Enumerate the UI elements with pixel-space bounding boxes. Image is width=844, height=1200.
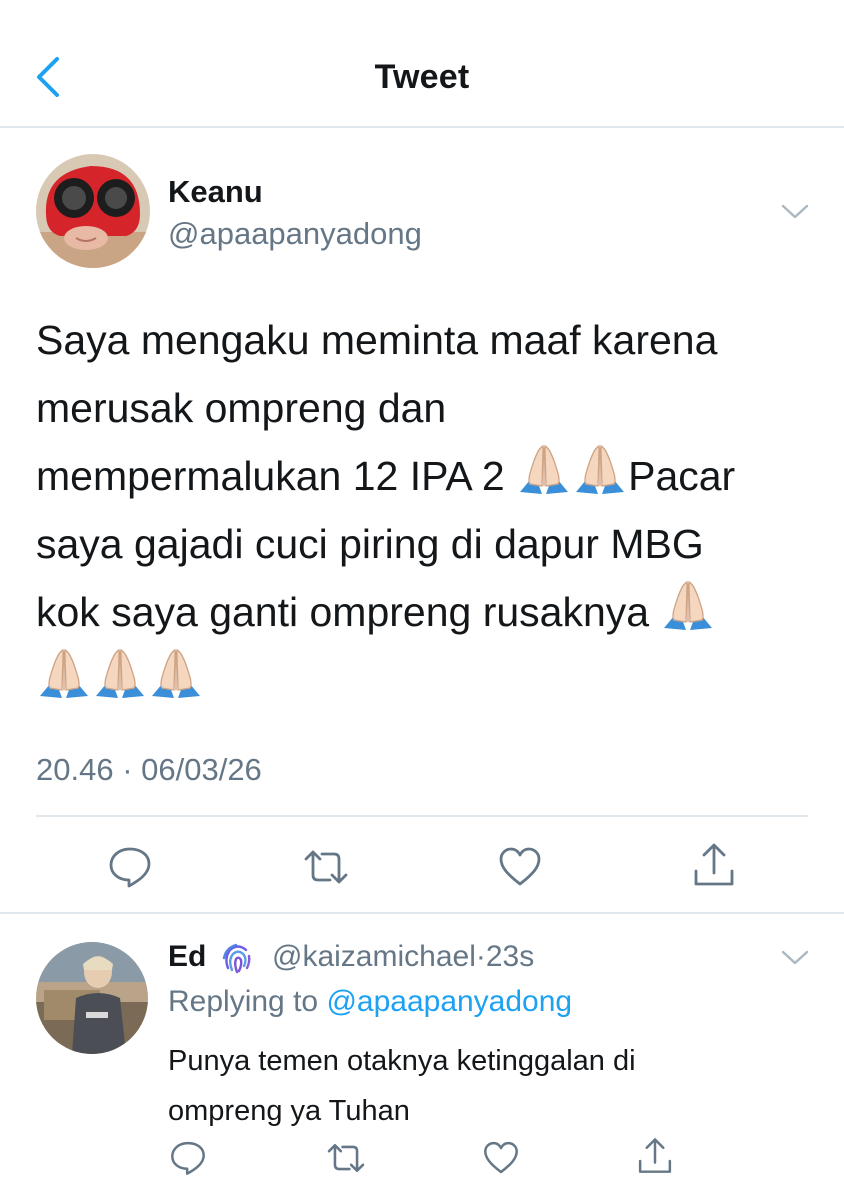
- replying-to-mention[interactable]: @apaapanyadong: [326, 985, 572, 1018]
- folded-hands-icon: [572, 442, 628, 496]
- tweet-text: Saya mengaku meminta maaf karena merusak…: [36, 306, 816, 714]
- reply-text: Punya temen otaknya ketinggalan di ompre…: [168, 1036, 768, 1136]
- reply-handle-time: @kaizamichael·23s: [272, 940, 534, 974]
- chevron-down-icon[interactable]: [780, 948, 810, 968]
- like-icon: [484, 1141, 518, 1174]
- separator: ·: [475, 940, 486, 973]
- author-handle[interactable]: @apaapanyadong: [168, 216, 422, 252]
- reply-button[interactable]: [106, 843, 154, 891]
- divider: [0, 912, 844, 914]
- like-button[interactable]: [480, 1138, 522, 1178]
- reply-author-name[interactable]: Ed: [168, 940, 206, 974]
- reply-button[interactable]: [166, 1136, 210, 1180]
- tweet-text-line: Saya mengaku meminta maaf karena: [36, 317, 718, 363]
- reply-text-line: ompreng ya Tuhan: [168, 1095, 410, 1127]
- retweet-button[interactable]: [324, 1138, 368, 1178]
- fingerprint-icon: [222, 943, 251, 974]
- share-icon: [638, 1138, 672, 1173]
- like-button[interactable]: [496, 843, 544, 891]
- reply-time: 23s: [485, 940, 535, 973]
- chevron-down-icon[interactable]: [780, 202, 810, 222]
- tweet-text-line: merusak ompreng dan: [36, 385, 447, 431]
- tweet-text-line: Pacar: [628, 453, 736, 499]
- share-icon: [694, 843, 734, 886]
- comment-icon: [109, 847, 151, 888]
- avatar[interactable]: [36, 942, 148, 1054]
- folded-hands-icon: [516, 442, 572, 496]
- tweet-text-line: kok saya ganti ompreng rusaknya: [36, 589, 650, 635]
- avatar[interactable]: [36, 154, 150, 268]
- retweet-icon: [327, 1143, 365, 1173]
- page-title: Tweet: [374, 58, 470, 96]
- reply-text-line: Punya temen otaknya ketinggalan di: [168, 1045, 636, 1077]
- like-icon: [499, 847, 541, 886]
- folded-hands-icon: [36, 646, 92, 700]
- reply-author-handle[interactable]: @kaizamichael: [272, 940, 476, 973]
- replying-prefix: Replying to: [168, 985, 319, 1018]
- tweet-text-line: mempermalukan 12 IPA 2: [36, 453, 505, 499]
- folded-hands-icon: [660, 578, 716, 632]
- folded-hands-icon: [148, 646, 204, 700]
- replying-to: Replying to @apaapanyadong: [168, 985, 572, 1019]
- comment-icon: [171, 1141, 205, 1175]
- author-name[interactable]: Keanu: [168, 174, 263, 210]
- folded-hands-icon: [92, 646, 148, 700]
- tweet-timestamp: 20.46 · 06/03/26: [36, 752, 262, 787]
- retweet-button[interactable]: [302, 843, 350, 891]
- top-nav-bar: Tweet: [0, 0, 844, 128]
- retweet-icon: [304, 850, 348, 884]
- tweet-text-line: saya gajadi cuci piring di dapur MBG: [36, 521, 704, 567]
- divider: [36, 815, 808, 817]
- share-button[interactable]: [634, 1134, 676, 1178]
- share-button[interactable]: [690, 841, 738, 889]
